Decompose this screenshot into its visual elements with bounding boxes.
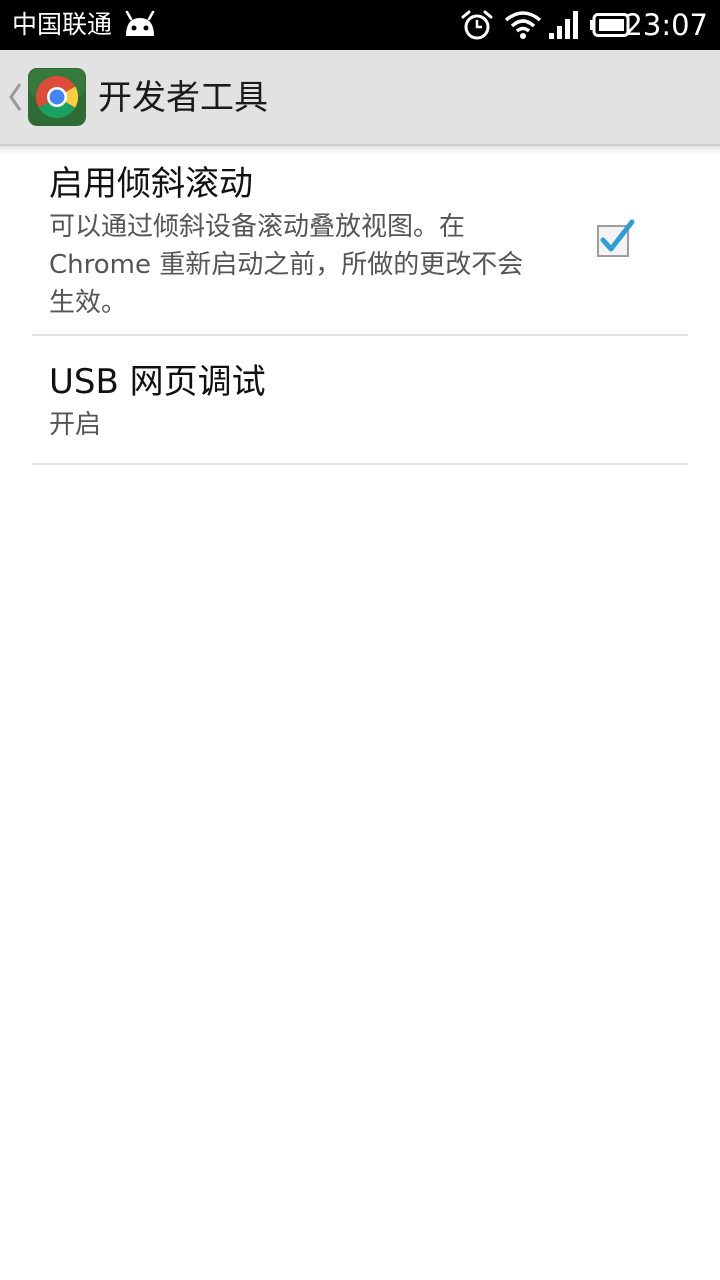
- pref-summary: 开启: [49, 410, 102, 440]
- wifi-icon: [504, 11, 542, 39]
- alarm-icon: [461, 10, 493, 40]
- signal-icon: [549, 11, 578, 39]
- chrome-icon[interactable]: [28, 68, 86, 126]
- clock: 23:07: [624, 8, 708, 42]
- pref-summary: 可以通过倾斜设备滚动叠放视图。在 Chrome 重新启动之前，所做的更改不会生效…: [49, 212, 524, 318]
- pref-usb-debugging[interactable]: USB 网页调试 开启: [32, 336, 688, 465]
- pref-tilt-scrolling[interactable]: 启用倾斜滚动 可以通过倾斜设备滚动叠放视图。在 Chrome 重新启动之前，所做…: [32, 154, 688, 336]
- status-bar: 中国联通 23:07: [0, 0, 720, 50]
- action-bar-shadow: [0, 146, 720, 154]
- chevron-left-icon[interactable]: [2, 72, 26, 122]
- tilt-scrolling-checkbox[interactable]: [596, 218, 638, 260]
- pref-title: 启用倾斜滚动: [49, 164, 253, 204]
- pref-title: USB 网页调试: [49, 362, 266, 402]
- android-icon: [125, 10, 155, 36]
- page-title: 开发者工具: [98, 78, 268, 118]
- carrier-name: 中国联通: [12, 10, 113, 39]
- action-bar: 开发者工具: [0, 50, 720, 146]
